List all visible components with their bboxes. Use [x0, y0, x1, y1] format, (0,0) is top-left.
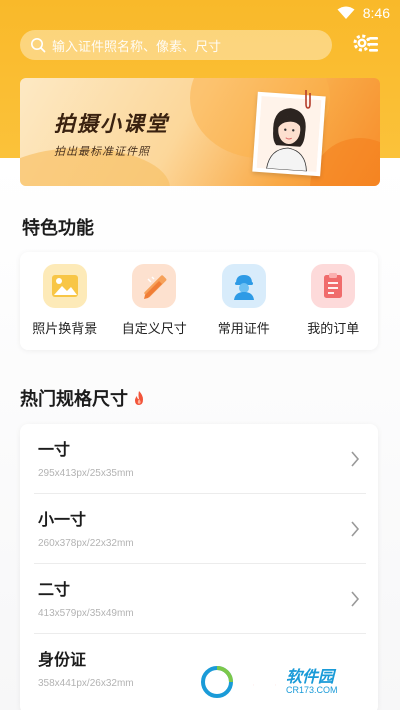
feature-label: 照片换背景 — [32, 322, 98, 337]
chevron-right-icon — [351, 451, 360, 467]
watermark-logo-icon — [201, 666, 233, 698]
wifi-icon — [337, 6, 355, 19]
list-item[interactable]: 小一寸 260x378px/22x32mm — [34, 494, 366, 564]
watermark-brand: 西西 — [237, 672, 283, 698]
watermark-url: CR173.COM — [286, 684, 338, 695]
feature-custom-size[interactable]: 自定义尺寸 — [111, 264, 197, 337]
status-time: 8:46 — [362, 5, 390, 21]
paperclip-icon — [305, 90, 311, 109]
id-person-icon — [233, 275, 254, 300]
search-placeholder: 输入证件照名称、像素、尺寸 — [52, 39, 222, 55]
fire-icon — [135, 391, 143, 405]
photo-background-icon — [51, 275, 78, 297]
settings-icon — [353, 34, 378, 52]
size-name: 身份证 — [38, 650, 87, 669]
banner-portrait-image — [252, 91, 326, 177]
feature-icon-bg — [42, 264, 87, 308]
feature-label: 常用证件 — [217, 322, 270, 337]
watermark-logo: 西西 软件园 CR173.COM — [200, 660, 382, 704]
order-clipboard-icon — [324, 273, 343, 298]
feature-label: 我的订单 — [307, 322, 360, 337]
search-input[interactable]: 输入证件照名称、像素、尺寸 — [20, 30, 332, 60]
feature-change-background[interactable]: 照片换背景 — [22, 264, 108, 337]
features-card: 照片换背景 自定义尺寸 常用证件 我的订单 — [20, 252, 378, 350]
size-name: 二寸 — [38, 580, 71, 599]
banner-photo-tips[interactable]: 拍摄小课堂 拍出最标准证件照 — [20, 78, 380, 186]
size-spec: 260x378px/22x32mm — [38, 538, 134, 549]
chevron-right-icon — [351, 521, 360, 537]
search-icon — [31, 38, 46, 53]
list-item[interactable]: 一寸 295x413px/25x35mm — [34, 424, 366, 494]
watermark-brand2: 软件园 — [286, 667, 335, 687]
hot-sizes-section-title: 热门规格尺寸 — [20, 385, 146, 411]
settings-button[interactable] — [352, 32, 380, 58]
ruler-pencil-icon — [144, 275, 167, 299]
chevron-right-icon — [351, 591, 360, 607]
list-item[interactable]: 二寸 413x579px/35x49mm — [34, 564, 366, 634]
feature-label: 自定义尺寸 — [121, 322, 187, 337]
feature-my-orders[interactable]: 我的订单 — [290, 264, 376, 337]
size-spec: 413x579px/35x49mm — [38, 608, 134, 619]
size-spec: 358x441px/26x32mm — [38, 678, 134, 689]
features-section-title: 特色功能 — [22, 218, 94, 239]
banner-title: 拍摄小课堂 — [54, 112, 169, 136]
size-name: 小一寸 — [38, 510, 87, 529]
feature-icon-bg — [132, 264, 177, 308]
status-bar: 8:46 — [0, 0, 400, 26]
feature-icon-bg — [311, 264, 356, 308]
size-name: 一寸 — [38, 440, 71, 459]
feature-common-ids[interactable]: 常用证件 — [201, 264, 287, 337]
feature-icon-bg — [221, 264, 266, 308]
hot-sizes-title-text: 热门规格尺寸 — [20, 389, 128, 410]
banner-subtitle: 拍出最标准证件照 — [54, 145, 150, 158]
size-spec: 295x413px/25x35mm — [38, 468, 134, 479]
